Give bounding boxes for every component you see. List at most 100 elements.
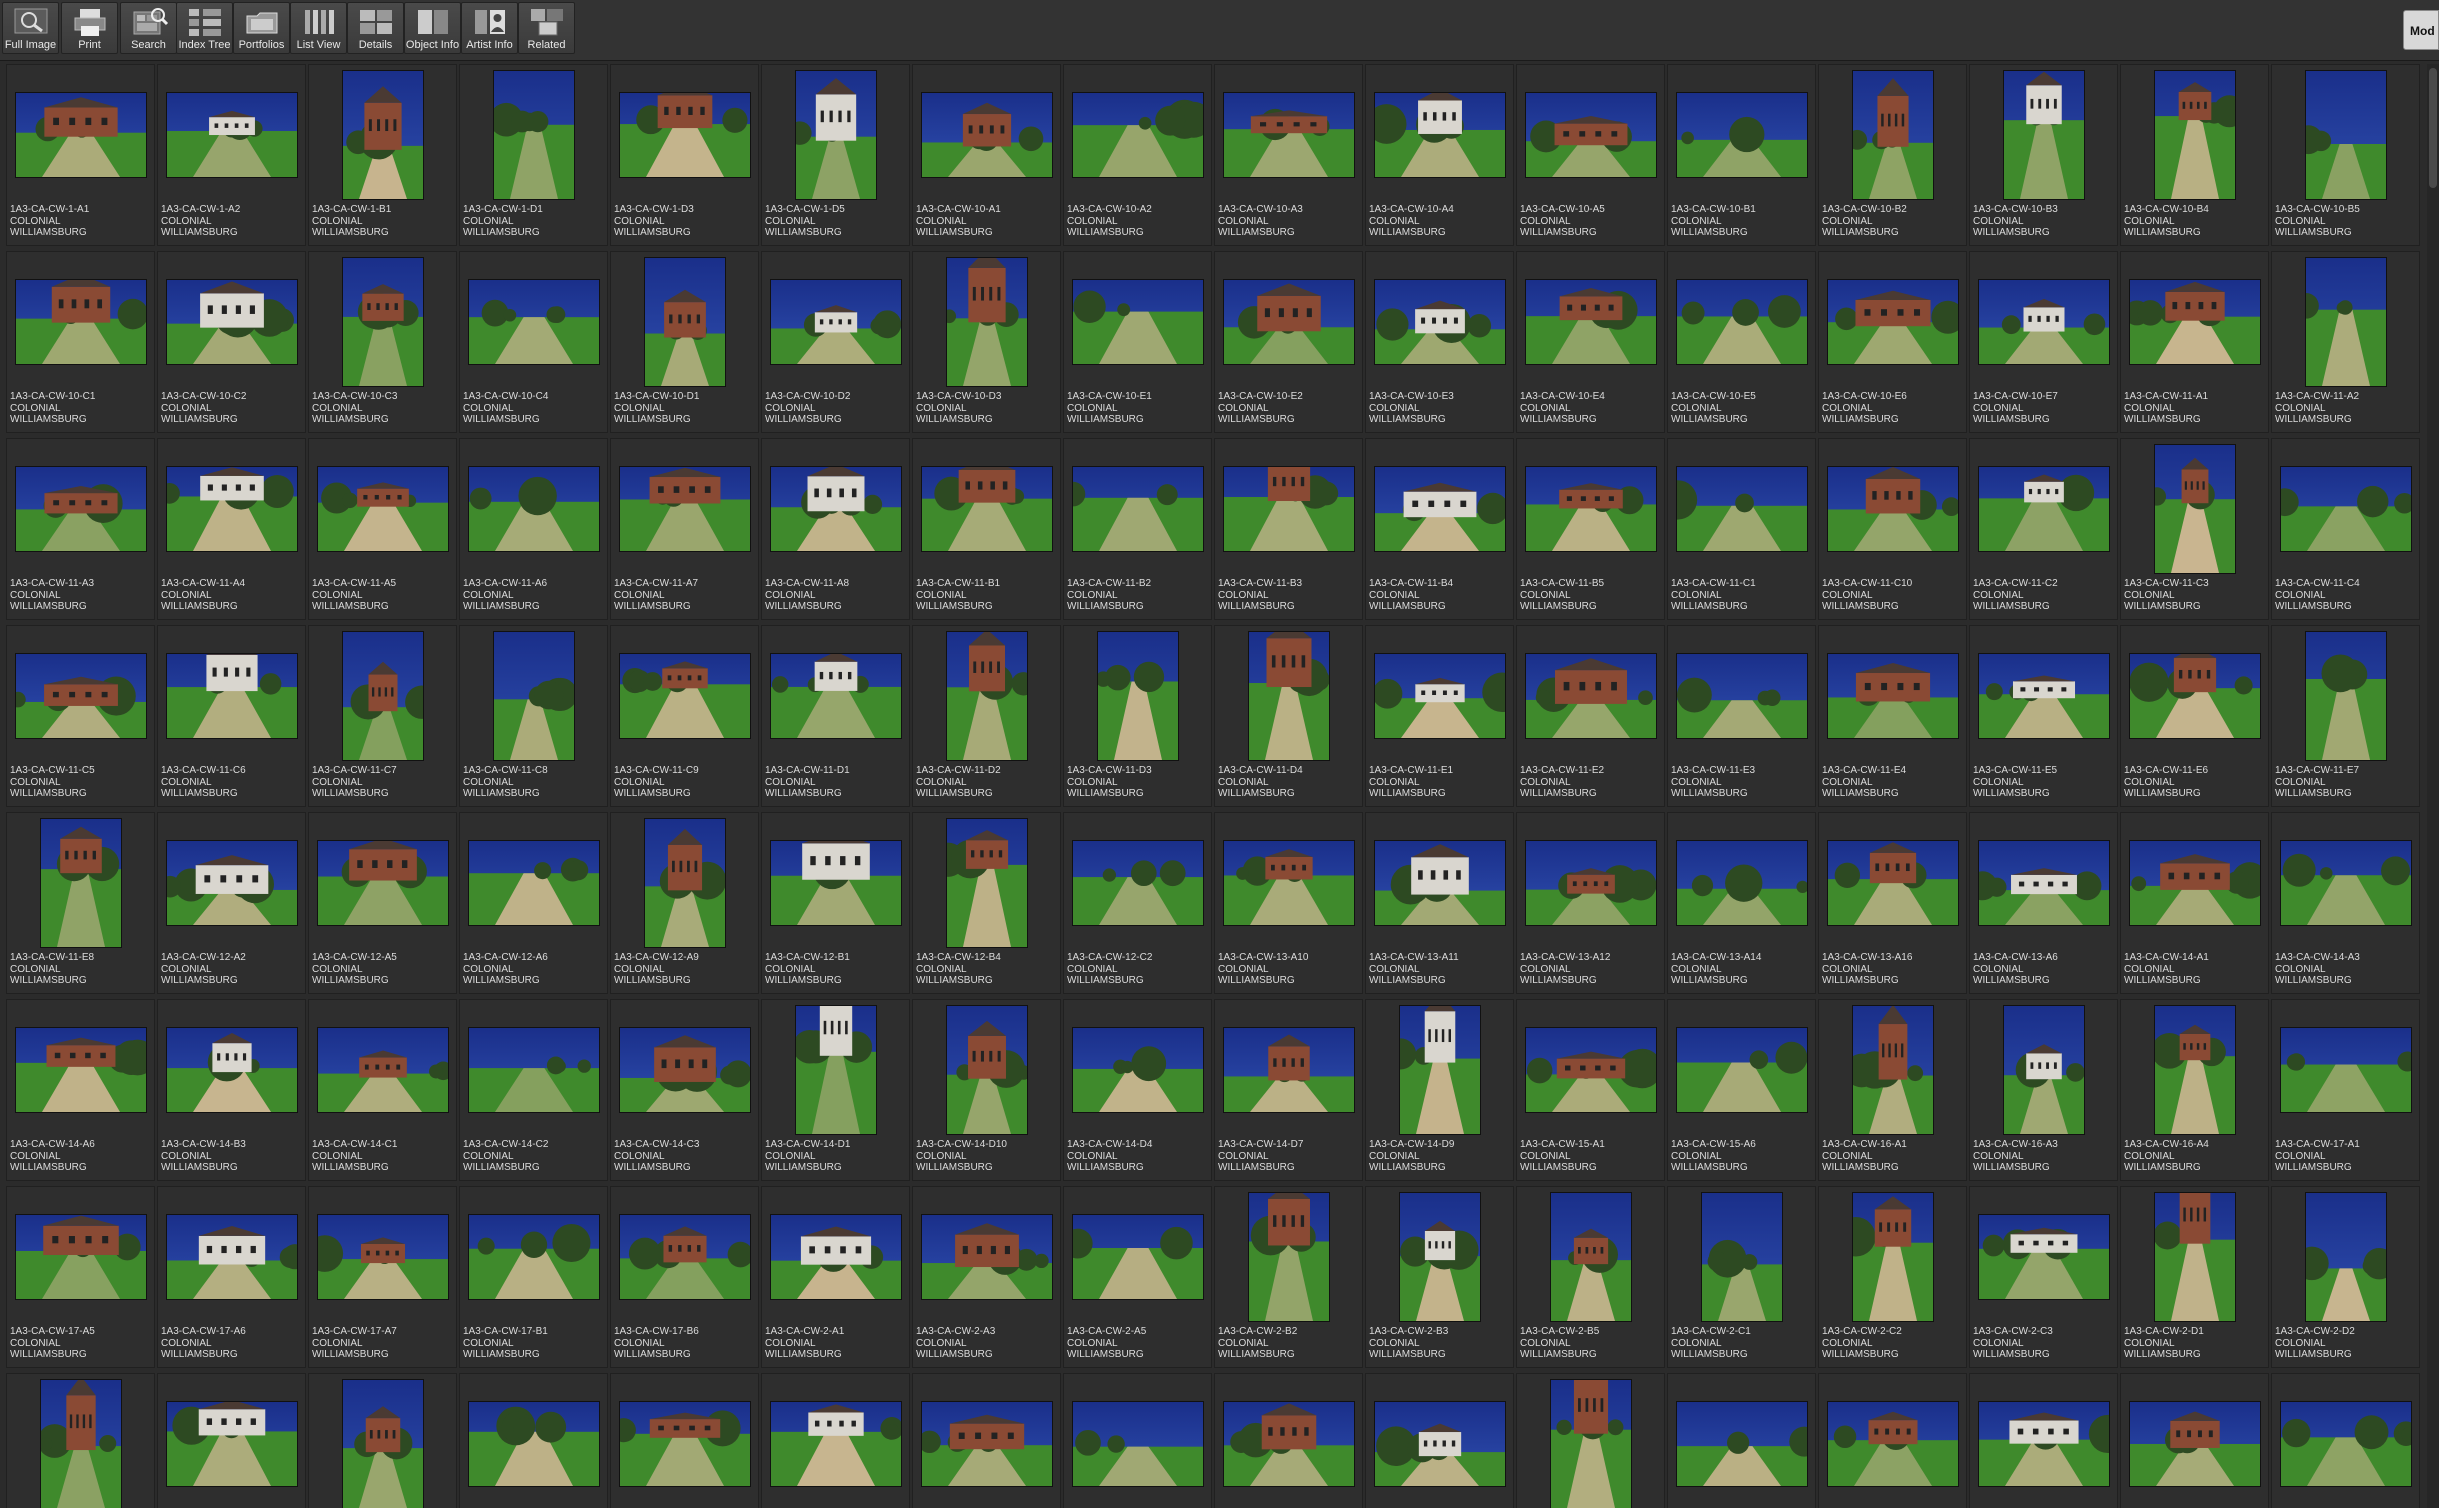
thumbnail-image[interactable] <box>770 280 901 364</box>
thumbnail-image[interactable] <box>2154 1193 2235 1321</box>
thumbnail-cell[interactable]: 1A3-CA-CW-13-A11 COLONIAL WILLIAMSBURG <box>1365 812 1514 994</box>
thumbnail-image[interactable] <box>1525 1028 1656 1112</box>
thumbnail-image[interactable] <box>770 654 901 738</box>
thumbnail-image[interactable] <box>15 1028 146 1112</box>
thumbnail-cell[interactable]: 1A3-CA-CW-11-A2 COLONIAL WILLIAMSBURG <box>2271 251 2420 433</box>
thumbnail-cell[interactable]: 1A3-CA-CW-11-E1 COLONIAL WILLIAMSBURG <box>1365 625 1514 807</box>
thumbnail-cell[interactable] <box>459 1373 608 1508</box>
thumbnail-cell[interactable] <box>1063 1373 1212 1508</box>
thumbnail-image[interactable] <box>342 1380 423 1508</box>
thumbnail-cell[interactable]: 1A3-CA-CW-11-C3 COLONIAL WILLIAMSBURG <box>2120 438 2269 620</box>
thumbnail-cell[interactable]: 1A3-CA-CW-10-A3 COLONIAL WILLIAMSBURG <box>1214 64 1363 246</box>
thumbnail-cell[interactable]: 1A3-CA-CW-14-C2 COLONIAL WILLIAMSBURG <box>459 999 608 1181</box>
thumbnail-cell[interactable]: 1A3-CA-CW-10-E4 COLONIAL WILLIAMSBURG <box>1516 251 1665 433</box>
thumbnail-cell[interactable]: 1A3-CA-CW-2-C2 COLONIAL WILLIAMSBURG <box>1818 1186 1967 1368</box>
thumbnail-image[interactable] <box>1525 841 1656 925</box>
thumbnail-cell[interactable]: 1A3-CA-CW-12-B4 COLONIAL WILLIAMSBURG <box>912 812 1061 994</box>
thumbnail-image[interactable] <box>1374 280 1505 364</box>
toolbar-object-info-button[interactable]: Object Info <box>404 2 461 54</box>
thumbnail-image[interactable] <box>1978 1215 2109 1299</box>
thumbnail-cell[interactable]: 1A3-CA-CW-2-A3 COLONIAL WILLIAMSBURG <box>912 1186 1061 1368</box>
thumbnail-image[interactable] <box>2154 445 2235 573</box>
thumbnail-cell[interactable]: 1A3-CA-CW-12-A2 COLONIAL WILLIAMSBURG <box>157 812 306 994</box>
thumbnail-cell[interactable]: 1A3-CA-CW-11-C7 COLONIAL WILLIAMSBURG <box>308 625 457 807</box>
thumbnail-cell[interactable]: 1A3-CA-CW-2-B2 COLONIAL WILLIAMSBURG <box>1214 1186 1363 1368</box>
thumbnail-image[interactable] <box>317 841 448 925</box>
thumbnail-cell[interactable]: 1A3-CA-CW-11-B1 COLONIAL WILLIAMSBURG <box>912 438 1061 620</box>
thumbnail-image[interactable] <box>770 1402 901 1486</box>
thumbnail-image[interactable] <box>2305 1193 2386 1321</box>
thumbnail-cell[interactable]: 1A3-CA-CW-10-A1 COLONIAL WILLIAMSBURG <box>912 64 1061 246</box>
thumbnail-cell[interactable]: 1A3-CA-CW-17-B6 COLONIAL WILLIAMSBURG <box>610 1186 759 1368</box>
thumbnail-image[interactable] <box>1827 654 1958 738</box>
thumbnail-image[interactable] <box>1072 1028 1203 1112</box>
thumbnail-cell[interactable]: 1A3-CA-CW-11-C1 COLONIAL WILLIAMSBURG <box>1667 438 1816 620</box>
thumbnail-cell[interactable]: 1A3-CA-CW-11-E8 COLONIAL WILLIAMSBURG <box>6 812 155 994</box>
thumbnail-image[interactable] <box>1248 1193 1329 1321</box>
thumbnail-cell[interactable]: 1A3-CA-CW-14-A3 COLONIAL WILLIAMSBURG <box>2271 812 2420 994</box>
thumbnail-image[interactable] <box>1978 654 2109 738</box>
thumbnail-cell[interactable]: 1A3-CA-CW-2-B5 COLONIAL WILLIAMSBURG <box>1516 1186 1665 1368</box>
thumbnail-cell[interactable]: 1A3-CA-CW-11-B2 COLONIAL WILLIAMSBURG <box>1063 438 1212 620</box>
thumbnail-image[interactable] <box>1072 280 1203 364</box>
thumbnail-cell[interactable]: 1A3-CA-CW-14-D9 COLONIAL WILLIAMSBURG <box>1365 999 1514 1181</box>
thumbnail-image[interactable] <box>1852 71 1933 199</box>
thumbnail-image[interactable] <box>770 467 901 551</box>
thumbnail-cell[interactable]: 1A3-CA-CW-11-E4 COLONIAL WILLIAMSBURG <box>1818 625 1967 807</box>
thumbnail-image[interactable] <box>342 71 423 199</box>
thumbnail-cell[interactable]: 1A3-CA-CW-11-C6 COLONIAL WILLIAMSBURG <box>157 625 306 807</box>
thumbnail-cell[interactable]: 1A3-CA-CW-10-E1 COLONIAL WILLIAMSBURG <box>1063 251 1212 433</box>
thumbnail-cell[interactable]: 1A3-CA-CW-1-D3 COLONIAL WILLIAMSBURG <box>610 64 759 246</box>
thumbnail-cell[interactable]: 1A3-CA-CW-11-A1 COLONIAL WILLIAMSBURG <box>2120 251 2269 433</box>
thumbnail-cell[interactable]: 1A3-CA-CW-13-A16 COLONIAL WILLIAMSBURG <box>1818 812 1967 994</box>
thumbnail-image[interactable] <box>15 1215 146 1299</box>
thumbnail-image[interactable] <box>1374 1402 1505 1486</box>
thumbnail-cell[interactable]: 1A3-CA-CW-10-E7 COLONIAL WILLIAMSBURG <box>1969 251 2118 433</box>
thumbnail-image[interactable] <box>2280 1028 2411 1112</box>
thumbnail-image[interactable] <box>1374 467 1505 551</box>
thumbnail-cell[interactable]: 1A3-CA-CW-10-B3 COLONIAL WILLIAMSBURG <box>1969 64 2118 246</box>
thumbnail-cell[interactable]: 1A3-CA-CW-1-D5 COLONIAL WILLIAMSBURG <box>761 64 910 246</box>
toolbar-search-button[interactable]: Search <box>120 2 177 54</box>
thumbnail-image[interactable] <box>921 1402 1052 1486</box>
thumbnail-image[interactable] <box>619 1028 750 1112</box>
scrollbar-thumb[interactable] <box>2429 68 2437 188</box>
thumbnail-cell[interactable]: 1A3-CA-CW-10-E3 COLONIAL WILLIAMSBURG <box>1365 251 1514 433</box>
thumbnail-image[interactable] <box>1676 93 1807 177</box>
thumbnail-image[interactable] <box>15 93 146 177</box>
thumbnail-cell[interactable]: 1A3-CA-CW-16-A1 COLONIAL WILLIAMSBURG <box>1818 999 1967 1181</box>
thumbnail-cell[interactable]: 1A3-CA-CW-10-B5 COLONIAL WILLIAMSBURG <box>2271 64 2420 246</box>
thumbnail-image[interactable] <box>1072 1402 1203 1486</box>
thumbnail-image[interactable] <box>619 467 750 551</box>
thumbnail-image[interactable] <box>2280 841 2411 925</box>
thumbnail-cell[interactable]: 1A3-CA-CW-13-A10 COLONIAL WILLIAMSBURG <box>1214 812 1363 994</box>
thumbnail-cell[interactable]: 1A3-CA-CW-17-B1 COLONIAL WILLIAMSBURG <box>459 1186 608 1368</box>
thumbnail-image[interactable] <box>1978 467 2109 551</box>
thumbnail-cell[interactable]: 1A3-CA-CW-11-E6 COLONIAL WILLIAMSBURG <box>2120 625 2269 807</box>
thumbnail-image[interactable] <box>2003 1006 2084 1134</box>
thumbnail-image[interactable] <box>1374 841 1505 925</box>
thumbnail-image[interactable] <box>1223 93 1354 177</box>
thumbnail-image[interactable] <box>795 1006 876 1134</box>
thumbnail-image[interactable] <box>166 1028 297 1112</box>
thumbnail-cell[interactable] <box>2271 1373 2420 1508</box>
thumbnail-cell[interactable]: 1A3-CA-CW-10-C3 COLONIAL WILLIAMSBURG <box>308 251 457 433</box>
thumbnail-image[interactable] <box>468 1028 599 1112</box>
thumbnail-cell[interactable]: 1A3-CA-CW-10-C4 COLONIAL WILLIAMSBURG <box>459 251 608 433</box>
thumbnail-image[interactable] <box>1399 1006 1480 1134</box>
thumbnail-cell[interactable]: 1A3-CA-CW-10-A5 COLONIAL WILLIAMSBURG <box>1516 64 1665 246</box>
thumbnail-cell[interactable] <box>2120 1373 2269 1508</box>
thumbnail-image[interactable] <box>2129 654 2260 738</box>
thumbnail-image[interactable] <box>40 819 121 947</box>
thumbnail-image[interactable] <box>1676 841 1807 925</box>
thumbnail-image[interactable] <box>2003 71 2084 199</box>
thumbnail-cell[interactable]: 1A3-CA-CW-11-C9 COLONIAL WILLIAMSBURG <box>610 625 759 807</box>
thumbnail-cell[interactable]: 1A3-CA-CW-1-B1 COLONIAL WILLIAMSBURG <box>308 64 457 246</box>
thumbnail-image[interactable] <box>2280 467 2411 551</box>
thumbnail-image[interactable] <box>1223 280 1354 364</box>
thumbnail-image[interactable] <box>946 1006 1027 1134</box>
thumbnail-image[interactable] <box>1676 1402 1807 1486</box>
thumbnail-cell[interactable]: 1A3-CA-CW-17-A5 COLONIAL WILLIAMSBURG <box>6 1186 155 1368</box>
thumbnail-image[interactable] <box>1374 654 1505 738</box>
thumbnail-cell[interactable]: 1A3-CA-CW-11-B5 COLONIAL WILLIAMSBURG <box>1516 438 1665 620</box>
